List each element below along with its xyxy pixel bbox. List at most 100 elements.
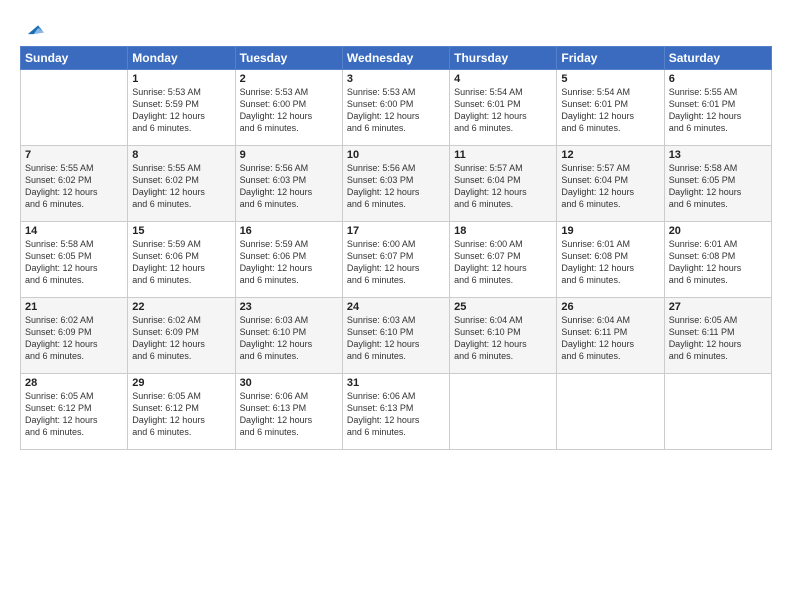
calendar-cell: 4Sunrise: 5:54 AM Sunset: 6:01 PM Daylig… bbox=[450, 70, 557, 146]
day-info: Sunrise: 5:56 AM Sunset: 6:03 PM Dayligh… bbox=[240, 162, 338, 211]
day-number: 16 bbox=[240, 225, 338, 237]
header bbox=[20, 18, 772, 40]
day-number: 19 bbox=[561, 225, 659, 237]
week-row-0: 1Sunrise: 5:53 AM Sunset: 5:59 PM Daylig… bbox=[21, 70, 772, 146]
week-row-4: 28Sunrise: 6:05 AM Sunset: 6:12 PM Dayli… bbox=[21, 374, 772, 450]
header-wednesday: Wednesday bbox=[342, 47, 449, 70]
day-info: Sunrise: 5:55 AM Sunset: 6:01 PM Dayligh… bbox=[669, 86, 767, 135]
calendar-cell: 3Sunrise: 5:53 AM Sunset: 6:00 PM Daylig… bbox=[342, 70, 449, 146]
day-number: 23 bbox=[240, 301, 338, 313]
calendar-cell: 20Sunrise: 6:01 AM Sunset: 6:08 PM Dayli… bbox=[664, 222, 771, 298]
calendar-cell: 6Sunrise: 5:55 AM Sunset: 6:01 PM Daylig… bbox=[664, 70, 771, 146]
header-tuesday: Tuesday bbox=[235, 47, 342, 70]
day-number: 4 bbox=[454, 73, 552, 85]
calendar-cell: 12Sunrise: 5:57 AM Sunset: 6:04 PM Dayli… bbox=[557, 146, 664, 222]
day-number: 30 bbox=[240, 377, 338, 389]
header-monday: Monday bbox=[128, 47, 235, 70]
calendar-cell: 29Sunrise: 6:05 AM Sunset: 6:12 PM Dayli… bbox=[128, 374, 235, 450]
day-number: 12 bbox=[561, 149, 659, 161]
day-number: 1 bbox=[132, 73, 230, 85]
calendar-cell: 25Sunrise: 6:04 AM Sunset: 6:10 PM Dayli… bbox=[450, 298, 557, 374]
day-info: Sunrise: 6:05 AM Sunset: 6:12 PM Dayligh… bbox=[132, 390, 230, 439]
day-number: 2 bbox=[240, 73, 338, 85]
calendar-cell: 1Sunrise: 5:53 AM Sunset: 5:59 PM Daylig… bbox=[128, 70, 235, 146]
day-number: 24 bbox=[347, 301, 445, 313]
day-info: Sunrise: 5:53 AM Sunset: 6:00 PM Dayligh… bbox=[240, 86, 338, 135]
day-number: 25 bbox=[454, 301, 552, 313]
header-thursday: Thursday bbox=[450, 47, 557, 70]
day-info: Sunrise: 6:02 AM Sunset: 6:09 PM Dayligh… bbox=[25, 314, 123, 363]
logo bbox=[20, 18, 44, 40]
day-number: 6 bbox=[669, 73, 767, 85]
calendar-cell: 27Sunrise: 6:05 AM Sunset: 6:11 PM Dayli… bbox=[664, 298, 771, 374]
calendar-cell: 21Sunrise: 6:02 AM Sunset: 6:09 PM Dayli… bbox=[21, 298, 128, 374]
day-info: Sunrise: 6:03 AM Sunset: 6:10 PM Dayligh… bbox=[347, 314, 445, 363]
logo-icon bbox=[22, 18, 44, 40]
week-row-2: 14Sunrise: 5:58 AM Sunset: 6:05 PM Dayli… bbox=[21, 222, 772, 298]
day-info: Sunrise: 5:55 AM Sunset: 6:02 PM Dayligh… bbox=[132, 162, 230, 211]
calendar-cell: 22Sunrise: 6:02 AM Sunset: 6:09 PM Dayli… bbox=[128, 298, 235, 374]
day-info: Sunrise: 6:01 AM Sunset: 6:08 PM Dayligh… bbox=[561, 238, 659, 287]
day-info: Sunrise: 5:54 AM Sunset: 6:01 PM Dayligh… bbox=[561, 86, 659, 135]
calendar-cell: 14Sunrise: 5:58 AM Sunset: 6:05 PM Dayli… bbox=[21, 222, 128, 298]
calendar-cell: 19Sunrise: 6:01 AM Sunset: 6:08 PM Dayli… bbox=[557, 222, 664, 298]
day-info: Sunrise: 5:59 AM Sunset: 6:06 PM Dayligh… bbox=[132, 238, 230, 287]
calendar-cell: 10Sunrise: 5:56 AM Sunset: 6:03 PM Dayli… bbox=[342, 146, 449, 222]
calendar-cell: 9Sunrise: 5:56 AM Sunset: 6:03 PM Daylig… bbox=[235, 146, 342, 222]
day-info: Sunrise: 5:53 AM Sunset: 6:00 PM Dayligh… bbox=[347, 86, 445, 135]
calendar-cell bbox=[450, 374, 557, 450]
calendar-cell: 24Sunrise: 6:03 AM Sunset: 6:10 PM Dayli… bbox=[342, 298, 449, 374]
day-number: 8 bbox=[132, 149, 230, 161]
day-number: 20 bbox=[669, 225, 767, 237]
day-number: 26 bbox=[561, 301, 659, 313]
calendar-cell: 18Sunrise: 6:00 AM Sunset: 6:07 PM Dayli… bbox=[450, 222, 557, 298]
day-info: Sunrise: 6:00 AM Sunset: 6:07 PM Dayligh… bbox=[347, 238, 445, 287]
header-friday: Friday bbox=[557, 47, 664, 70]
day-info: Sunrise: 5:57 AM Sunset: 6:04 PM Dayligh… bbox=[454, 162, 552, 211]
calendar-cell: 26Sunrise: 6:04 AM Sunset: 6:11 PM Dayli… bbox=[557, 298, 664, 374]
day-number: 11 bbox=[454, 149, 552, 161]
day-info: Sunrise: 5:54 AM Sunset: 6:01 PM Dayligh… bbox=[454, 86, 552, 135]
day-info: Sunrise: 6:04 AM Sunset: 6:10 PM Dayligh… bbox=[454, 314, 552, 363]
day-info: Sunrise: 5:56 AM Sunset: 6:03 PM Dayligh… bbox=[347, 162, 445, 211]
day-number: 28 bbox=[25, 377, 123, 389]
calendar-cell: 11Sunrise: 5:57 AM Sunset: 6:04 PM Dayli… bbox=[450, 146, 557, 222]
calendar-cell: 30Sunrise: 6:06 AM Sunset: 6:13 PM Dayli… bbox=[235, 374, 342, 450]
day-number: 27 bbox=[669, 301, 767, 313]
day-number: 29 bbox=[132, 377, 230, 389]
day-number: 5 bbox=[561, 73, 659, 85]
day-info: Sunrise: 6:06 AM Sunset: 6:13 PM Dayligh… bbox=[240, 390, 338, 439]
day-info: Sunrise: 6:05 AM Sunset: 6:11 PM Dayligh… bbox=[669, 314, 767, 363]
day-info: Sunrise: 5:57 AM Sunset: 6:04 PM Dayligh… bbox=[561, 162, 659, 211]
day-info: Sunrise: 5:58 AM Sunset: 6:05 PM Dayligh… bbox=[669, 162, 767, 211]
calendar-cell: 17Sunrise: 6:00 AM Sunset: 6:07 PM Dayli… bbox=[342, 222, 449, 298]
day-number: 3 bbox=[347, 73, 445, 85]
page: SundayMondayTuesdayWednesdayThursdayFrid… bbox=[0, 0, 792, 612]
calendar-cell: 8Sunrise: 5:55 AM Sunset: 6:02 PM Daylig… bbox=[128, 146, 235, 222]
calendar-cell: 31Sunrise: 6:06 AM Sunset: 6:13 PM Dayli… bbox=[342, 374, 449, 450]
calendar-cell: 7Sunrise: 5:55 AM Sunset: 6:02 PM Daylig… bbox=[21, 146, 128, 222]
calendar-cell: 2Sunrise: 5:53 AM Sunset: 6:00 PM Daylig… bbox=[235, 70, 342, 146]
day-number: 17 bbox=[347, 225, 445, 237]
day-info: Sunrise: 5:58 AM Sunset: 6:05 PM Dayligh… bbox=[25, 238, 123, 287]
calendar-cell: 5Sunrise: 5:54 AM Sunset: 6:01 PM Daylig… bbox=[557, 70, 664, 146]
day-number: 18 bbox=[454, 225, 552, 237]
calendar-table: SundayMondayTuesdayWednesdayThursdayFrid… bbox=[20, 46, 772, 450]
day-info: Sunrise: 6:05 AM Sunset: 6:12 PM Dayligh… bbox=[25, 390, 123, 439]
header-row: SundayMondayTuesdayWednesdayThursdayFrid… bbox=[21, 47, 772, 70]
calendar-cell: 23Sunrise: 6:03 AM Sunset: 6:10 PM Dayli… bbox=[235, 298, 342, 374]
week-row-1: 7 Sunrise: 5:55 AM Sunset: 6:02 PM Daylig… bbox=[21, 146, 772, 222]
day-info: Sunrise: 6:03 AM Sunset: 6:10 PM Dayligh… bbox=[240, 314, 338, 363]
header-sunday: Sunday bbox=[21, 47, 128, 70]
calendar-cell: 15Sunrise: 5:59 AM Sunset: 6:06 PM Dayli… bbox=[128, 222, 235, 298]
day-number: 7 bbox=[25, 149, 123, 161]
day-number: 14 bbox=[25, 225, 123, 237]
day-number: 21 bbox=[25, 301, 123, 313]
calendar-cell bbox=[664, 374, 771, 450]
day-info: Sunrise: 5:53 AM Sunset: 5:59 PM Dayligh… bbox=[132, 86, 230, 135]
day-number: 31 bbox=[347, 377, 445, 389]
calendar-cell: 28Sunrise: 6:05 AM Sunset: 6:12 PM Dayli… bbox=[21, 374, 128, 450]
day-info: Sunrise: 6:00 AM Sunset: 6:07 PM Dayligh… bbox=[454, 238, 552, 287]
day-number: 10 bbox=[347, 149, 445, 161]
day-info: Sunrise: 6:04 AM Sunset: 6:11 PM Dayligh… bbox=[561, 314, 659, 363]
